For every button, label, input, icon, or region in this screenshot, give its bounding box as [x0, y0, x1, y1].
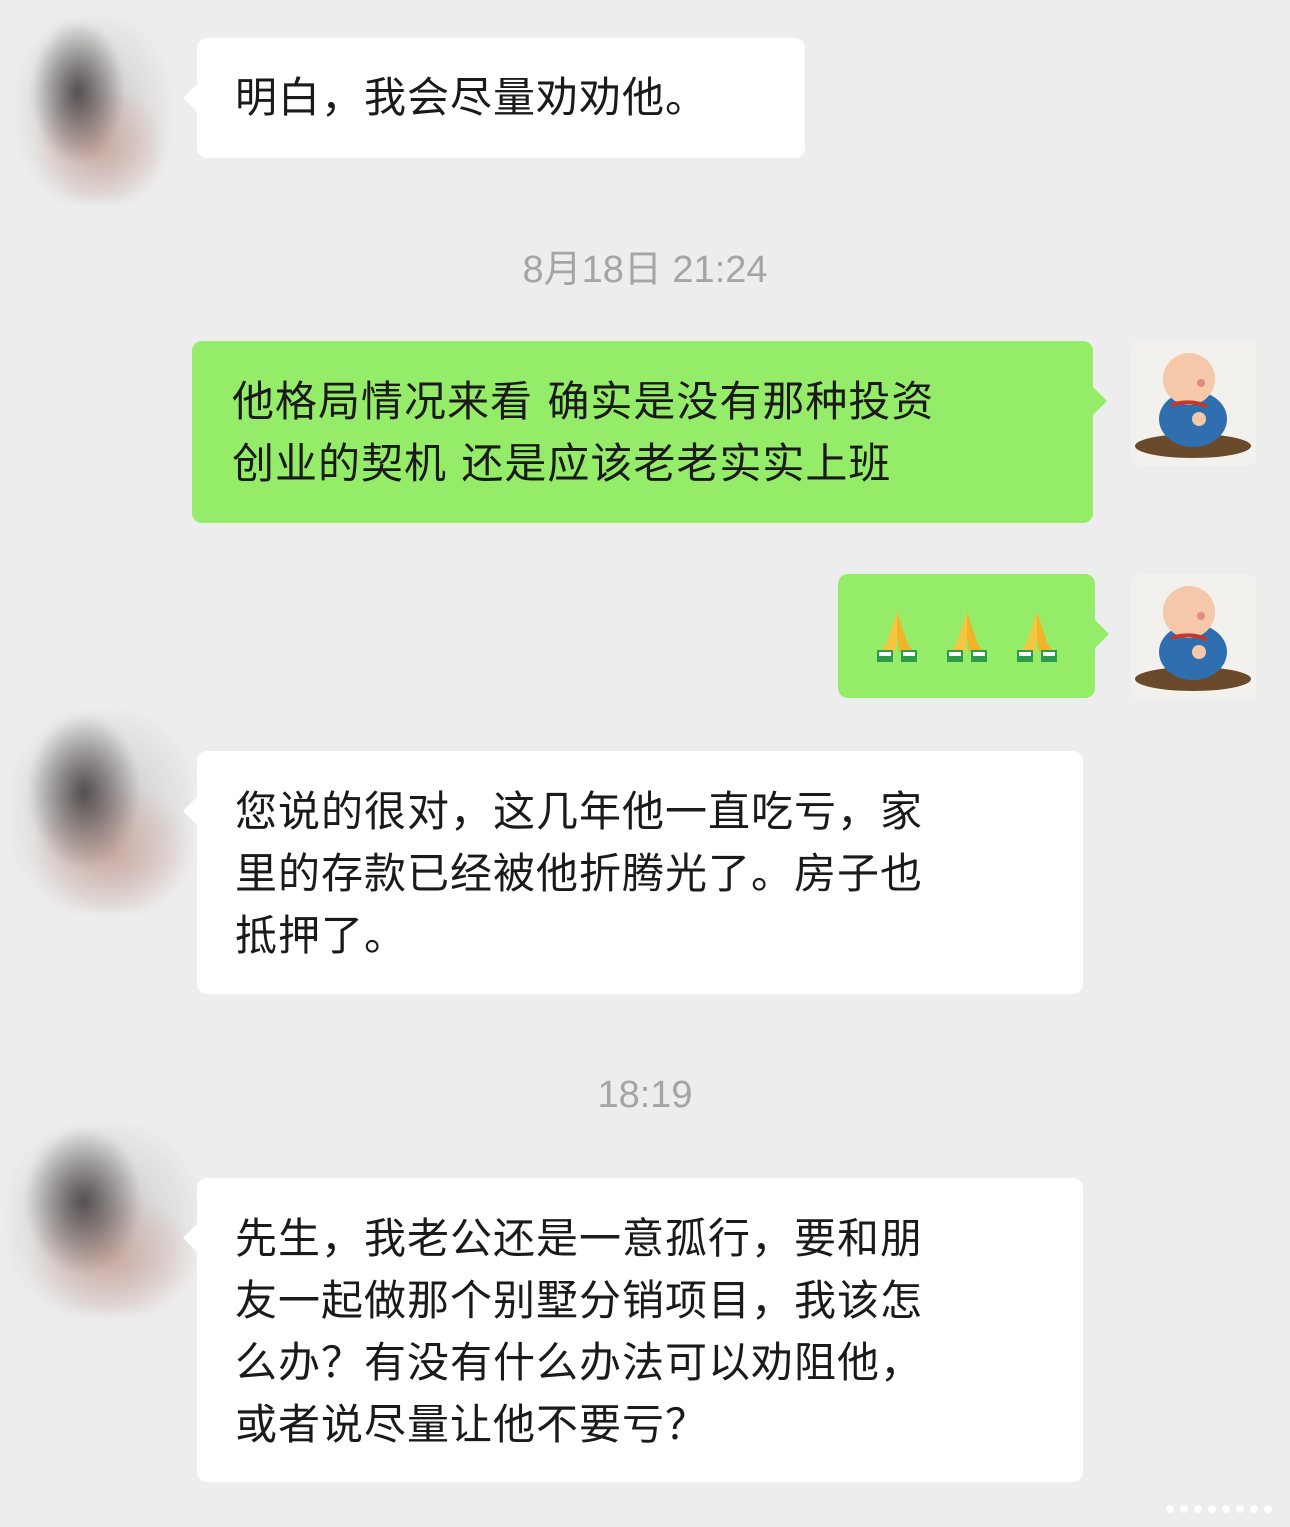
user-avatar[interactable]	[1131, 341, 1256, 466]
folded-hands-icon	[876, 612, 917, 662]
message-text-line: 抵押了。	[235, 911, 408, 960]
message-text-line: 您说的很对，这几年他一直吃亏，家	[235, 787, 924, 836]
message-text-line: 友一起做那个别墅分销项目，我该怎	[235, 1276, 924, 1325]
message-bubble-incoming[interactable]: 您说的很对，这几年他一直吃亏，家 里的存款已经被他折腾光了。房子也 抵押了。	[183, 751, 1083, 994]
message-text: 明白，我会尽量劝劝他。	[235, 73, 709, 122]
watermark-dots	[1166, 1505, 1272, 1513]
message-text-line: 或者说尽量让他不要亏？	[235, 1400, 709, 1449]
folded-hands-icon	[946, 612, 987, 662]
message-text-line: 里的存款已经被他折腾光了。房子也	[235, 849, 924, 898]
message-text-line: 么办？有没有什么办法可以劝阻他，	[235, 1338, 924, 1387]
message-bubble-outgoing[interactable]: 他格局情况来看 确实是没有那种投资 创业的契机 还是应该老老实实上班	[192, 341, 1107, 523]
timestamp: 18:19	[597, 1074, 693, 1116]
folded-hands-icon	[1016, 612, 1057, 662]
contact-avatar[interactable]	[8, 1125, 196, 1315]
contact-avatar[interactable]	[18, 18, 168, 203]
message-text-line: 先生，我老公还是一意孤行，要和朋	[235, 1214, 924, 1263]
chat-window: 明白，我会尽量劝劝他。 8月18日 21:24 他格局情况来看 确实是没有那种投…	[0, 0, 1290, 1527]
contact-avatar[interactable]	[12, 712, 192, 912]
message-bubble-incoming[interactable]: 明白，我会尽量劝劝他。	[183, 38, 805, 158]
timestamp: 8月18日 21:24	[522, 249, 768, 291]
monk-avatar-icon	[1135, 353, 1251, 458]
message-bubble-incoming[interactable]: 先生，我老公还是一意孤行，要和朋 友一起做那个别墅分销项目，我该怎 么办？有没有…	[183, 1178, 1083, 1482]
emoji-row	[838, 574, 1095, 698]
message-text-line: 创业的契机 还是应该老老实实上班	[232, 439, 892, 488]
message-text-line: 他格局情况来看 确实是没有那种投资	[232, 377, 935, 426]
message-bubble-outgoing[interactable]	[838, 574, 1109, 698]
user-avatar[interactable]	[1131, 574, 1256, 699]
monk-avatar-icon	[1135, 586, 1251, 691]
